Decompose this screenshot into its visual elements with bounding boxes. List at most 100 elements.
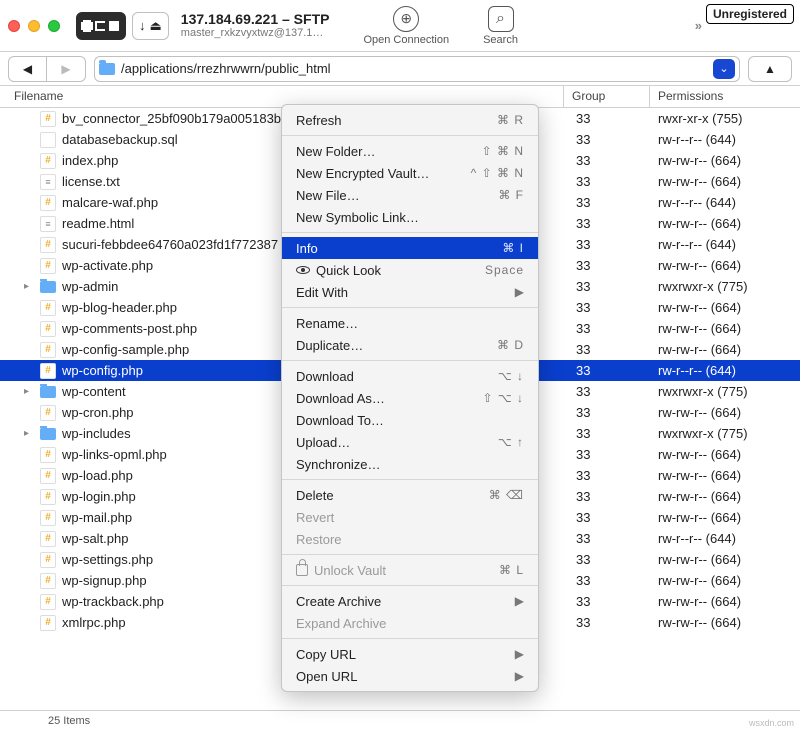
php-file-icon: #: [40, 489, 56, 505]
file-permissions: rw-rw-r-- (664): [650, 447, 800, 462]
host-subtitle: master_rxkzvyxtwz@137.1…: [181, 27, 330, 40]
file-permissions: rw-rw-r-- (664): [650, 258, 800, 273]
search-button[interactable]: ⌕ Search: [483, 6, 518, 46]
menu-quicklook[interactable]: Quick LookSpace: [282, 259, 538, 281]
file-name: wp-includes: [62, 426, 131, 441]
file-permissions: rw-rw-r-- (664): [650, 552, 800, 567]
file-name: databasebackup.sql: [62, 132, 178, 147]
file-permissions: rw-rw-r-- (664): [650, 573, 800, 588]
menu-refresh[interactable]: Refresh⌘ R: [282, 109, 538, 131]
host-title: 137.184.69.221 – SFTP: [181, 11, 330, 28]
file-name: wp-activate.php: [62, 258, 153, 273]
open-connection-button[interactable]: ⊕ Open Connection: [363, 6, 449, 46]
column-icon: [109, 21, 119, 31]
close-window-button[interactable]: [8, 20, 20, 32]
file-permissions: rw-rw-r-- (664): [650, 405, 800, 420]
file-group: 33: [564, 615, 650, 630]
menu-new-file[interactable]: New File…⌘ F: [282, 184, 538, 206]
submenu-arrow-icon: ▶: [515, 594, 524, 608]
file-group: 33: [564, 447, 650, 462]
file-name: wp-config-sample.php: [62, 342, 189, 357]
file-group: 33: [564, 258, 650, 273]
file-group: 33: [564, 132, 650, 147]
submenu-arrow-icon: ▶: [515, 647, 524, 661]
file-group: 33: [564, 342, 650, 357]
file-group: 33: [564, 111, 650, 126]
file-permissions: rw-r--r-- (644): [650, 363, 800, 378]
go-up-button[interactable]: ▲: [748, 56, 792, 82]
php-file-icon: #: [40, 111, 56, 127]
toolbar-mode-group[interactable]: [76, 12, 126, 40]
window-titlebar: ↓ ⏏ 137.184.69.221 – SFTP master_rxkzvyx…: [0, 0, 800, 52]
php-file-icon: #: [40, 552, 56, 568]
menu-duplicate[interactable]: Duplicate…⌘ D: [282, 334, 538, 356]
menu-download[interactable]: Download⌥ ↓: [282, 365, 538, 387]
column-group[interactable]: Group: [564, 86, 650, 107]
file-permissions: rw-rw-r-- (664): [650, 342, 800, 357]
menu-download-as[interactable]: Download As…⇧ ⌥ ↓: [282, 387, 538, 409]
menu-open-url[interactable]: Open URL▶: [282, 665, 538, 687]
menu-rename[interactable]: Rename…: [282, 312, 538, 334]
menu-restore: Restore: [282, 528, 538, 550]
file-permissions: rw-rw-r-- (664): [650, 300, 800, 315]
magnify-icon: ⌕: [488, 6, 514, 32]
menu-new-vault[interactable]: New Encrypted Vault…^ ⇧ ⌘ N: [282, 162, 538, 184]
file-group: 33: [564, 426, 650, 441]
back-button[interactable]: ◀: [9, 57, 47, 81]
zoom-window-button[interactable]: [48, 20, 60, 32]
column-permissions[interactable]: Permissions: [650, 86, 800, 107]
php-file-icon: #: [40, 468, 56, 484]
file-permissions: rw-rw-r-- (664): [650, 153, 800, 168]
menu-delete[interactable]: Delete⌘ ⌫: [282, 484, 538, 506]
php-file-icon: #: [40, 573, 56, 589]
php-file-icon: #: [40, 615, 56, 631]
menu-synchronize[interactable]: Synchronize…: [282, 453, 538, 475]
file-group: 33: [564, 573, 650, 588]
file-group: 33: [564, 300, 650, 315]
disclosure-triangle[interactable]: ▸: [24, 281, 34, 292]
menu-create-archive[interactable]: Create Archive▶: [282, 590, 538, 612]
php-file-icon: #: [40, 153, 56, 169]
unregistered-badge[interactable]: Unregistered: [706, 4, 794, 24]
folder-icon: [99, 63, 115, 75]
menu-copy-url[interactable]: Copy URL▶: [282, 643, 538, 665]
forward-button[interactable]: ▶: [47, 57, 85, 81]
file-name: malcare-waf.php: [62, 195, 158, 210]
file-group: 33: [564, 405, 650, 420]
menu-separator: [282, 307, 538, 308]
minimize-window-button[interactable]: [28, 20, 40, 32]
disclosure-triangle[interactable]: ▸: [24, 386, 34, 397]
file-group: 33: [564, 468, 650, 483]
file-permissions: rw-rw-r-- (664): [650, 321, 800, 336]
file-name: sucuri-febbdee64760a023fd1f772387: [62, 237, 278, 252]
toolbar-action-group[interactable]: ↓ ⏏: [132, 12, 169, 40]
menu-new-symlink[interactable]: New Symbolic Link…: [282, 206, 538, 228]
search-label: Search: [483, 34, 518, 46]
path-dropdown-icon[interactable]: ⌄: [713, 59, 735, 79]
menu-info[interactable]: Info⌘ I: [282, 237, 538, 259]
php-file-icon: #: [40, 342, 56, 358]
file-name: wp-trackback.php: [62, 594, 164, 609]
php-file-icon: #: [40, 195, 56, 211]
file-name: wp-cron.php: [62, 405, 134, 420]
menu-new-folder[interactable]: New Folder…⇧ ⌘ N: [282, 140, 538, 162]
submenu-arrow-icon: ▶: [515, 285, 524, 299]
toolbar-overflow-icon[interactable]: »: [695, 18, 702, 33]
globe-plus-icon: ⊕: [393, 6, 419, 32]
file-name: wp-mail.php: [62, 510, 132, 525]
file-group: 33: [564, 510, 650, 525]
file-name: wp-settings.php: [62, 552, 153, 567]
menu-download-to[interactable]: Download To…: [282, 409, 538, 431]
php-file-icon: #: [40, 531, 56, 547]
php-file-icon: #: [40, 510, 56, 526]
php-file-icon: #: [40, 237, 56, 253]
menu-separator: [282, 585, 538, 586]
file-permissions: rw-rw-r-- (664): [650, 468, 800, 483]
file-permissions: rwxr-xr-x (755): [650, 111, 800, 126]
menu-edit-with[interactable]: Edit With▶: [282, 281, 538, 303]
file-group: 33: [564, 489, 650, 504]
watermark: wsxdn.com: [749, 718, 794, 728]
menu-upload[interactable]: Upload…⌥ ↑: [282, 431, 538, 453]
path-field[interactable]: /applications/rrezhrwwrn/public_html ⌄: [94, 56, 740, 82]
disclosure-triangle[interactable]: ▸: [24, 428, 34, 439]
